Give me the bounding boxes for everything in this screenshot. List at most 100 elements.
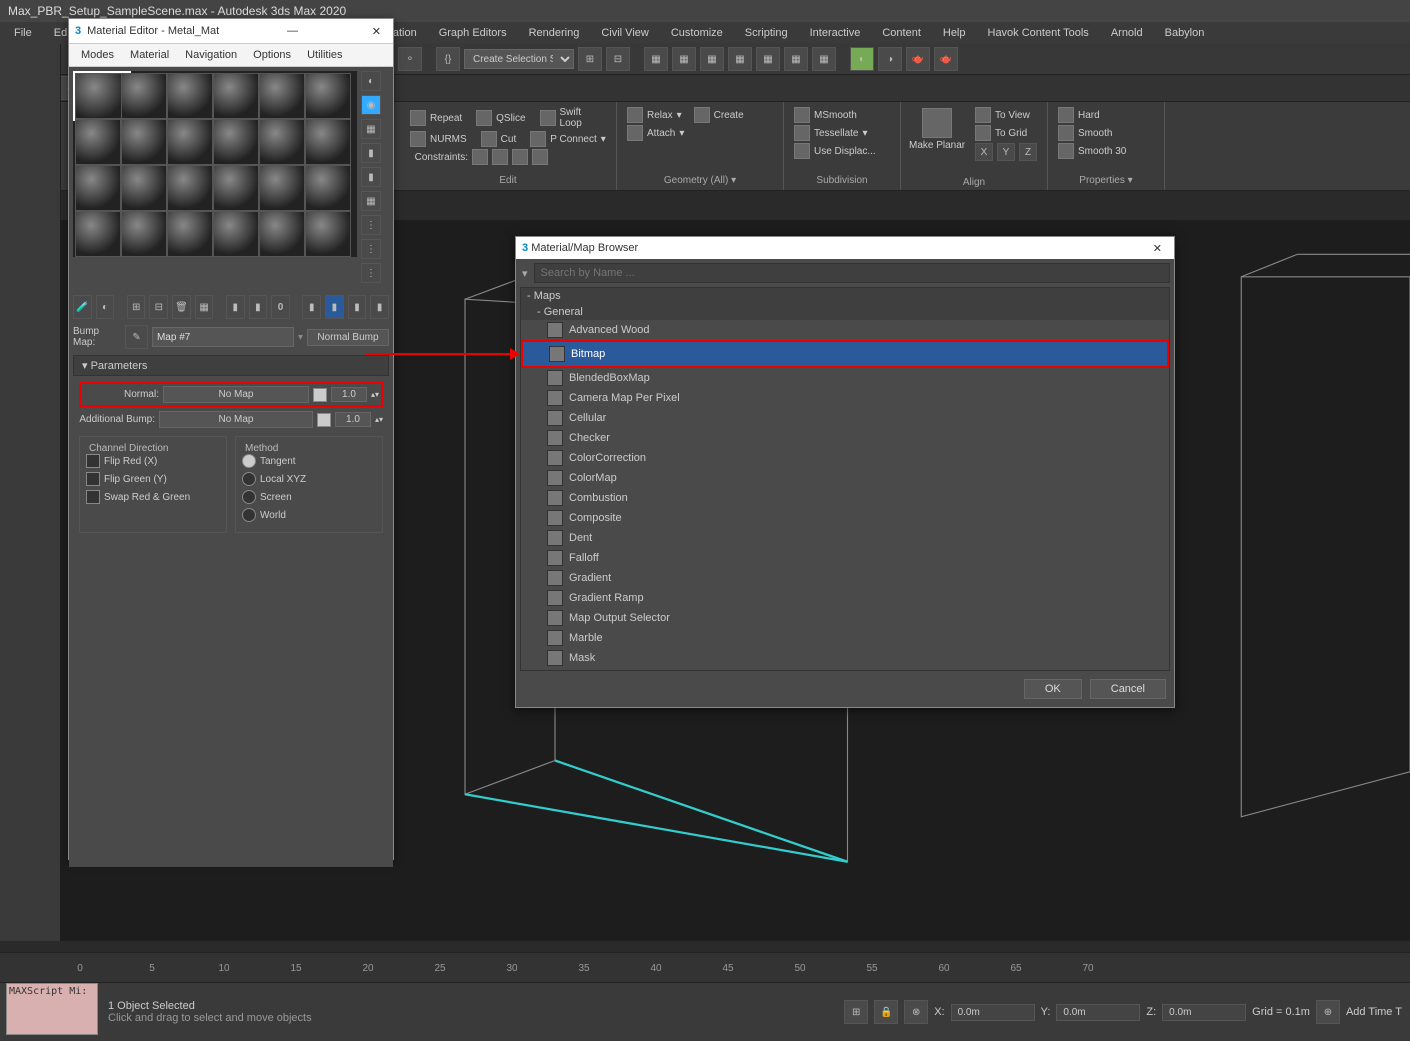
material-slot[interactable]: [259, 211, 305, 257]
menu-customize[interactable]: Customize: [661, 24, 733, 42]
map-item-advanced-wood[interactable]: Advanced Wood: [521, 320, 1169, 340]
normal-checkbox[interactable]: ✓: [313, 388, 327, 402]
matmenu-utilities[interactable]: Utilities: [299, 46, 350, 64]
material-slot[interactable]: [167, 119, 213, 165]
coord-z[interactable]: 0.0m: [1162, 1004, 1246, 1021]
parameters-rollout[interactable]: ▾ Parameters: [73, 355, 389, 376]
search-input[interactable]: [534, 263, 1170, 283]
tool-icon[interactable]: ▮: [302, 295, 321, 319]
mateditor-titlebar[interactable]: 3 Material Editor - Metal_Mat — ✕: [69, 19, 393, 44]
tool-icon[interactable]: ⊞: [844, 1000, 868, 1024]
chevron-down-icon[interactable]: ▾: [516, 267, 534, 280]
map-tree[interactable]: - Maps - General Advanced WoodBitmapBlen…: [520, 287, 1170, 671]
map-item-map-output-selector[interactable]: Map Output Selector: [521, 608, 1169, 628]
material-slot[interactable]: [167, 211, 213, 257]
tool-icon[interactable]: ▦: [644, 47, 668, 71]
map-item-blendedboxmap[interactable]: BlendedBoxMap: [521, 368, 1169, 388]
radio-world[interactable]: [242, 508, 256, 522]
eyedropper-icon[interactable]: ✎: [125, 325, 148, 349]
tool-icon[interactable]: ◐: [361, 71, 381, 91]
material-slot[interactable]: [259, 165, 305, 211]
map-item-dent[interactable]: Dent: [521, 528, 1169, 548]
tool-icon[interactable]: ▦: [195, 295, 214, 319]
material-slot[interactable]: [75, 211, 121, 257]
add-time-tag[interactable]: Add Time T: [1346, 1006, 1402, 1018]
ribbon-smooth[interactable]: Smooth: [1056, 124, 1156, 142]
map-item-combustion[interactable]: Combustion: [521, 488, 1169, 508]
tool-icon[interactable]: ◐: [96, 295, 115, 319]
tool-icon[interactable]: ▮: [249, 295, 268, 319]
lock-icon[interactable]: 🔒: [874, 1000, 898, 1024]
material-slot[interactable]: [167, 165, 213, 211]
matmenu-options[interactable]: Options: [245, 46, 299, 64]
material-slot[interactable]: [167, 73, 213, 119]
tree-group-maps[interactable]: - Maps: [521, 288, 1169, 304]
swap-checkbox[interactable]: [86, 490, 100, 504]
flipy-checkbox[interactable]: [86, 472, 100, 486]
ribbon-attach[interactable]: Attach ▾: [625, 124, 775, 142]
tool-icon[interactable]: ▮: [361, 167, 381, 187]
menu-interactive[interactable]: Interactive: [800, 24, 871, 42]
close-icon[interactable]: ✕: [366, 25, 387, 38]
menu-content[interactable]: Content: [872, 24, 931, 42]
tool-icon[interactable]: ◐: [850, 47, 874, 71]
tool-icon[interactable]: ⊗: [904, 1000, 928, 1024]
tool-icon[interactable]: ⋮: [361, 215, 381, 235]
map-item-marble[interactable]: Marble: [521, 628, 1169, 648]
material-slot[interactable]: [305, 119, 351, 165]
map-item-bitmap[interactable]: Bitmap: [521, 340, 1169, 368]
addbump-map-button[interactable]: No Map: [159, 411, 313, 428]
menu-rendering[interactable]: Rendering: [519, 24, 590, 42]
tool-icon[interactable]: ▦: [756, 47, 780, 71]
ribbon-constraints[interactable]: Constraints:: [408, 148, 608, 166]
ribbon-axes[interactable]: X Y Z: [973, 142, 1039, 162]
map-item-camera-map-per-pixel[interactable]: Camera Map Per Pixel: [521, 388, 1169, 408]
material-slot[interactable]: [121, 73, 167, 119]
menu-arnold[interactable]: Arnold: [1101, 24, 1153, 42]
flipx-checkbox[interactable]: [86, 454, 100, 468]
tool-icon[interactable]: 🗑: [172, 295, 191, 319]
tree-group-general[interactable]: - General: [521, 304, 1169, 320]
map-item-gradient-ramp[interactable]: Gradient Ramp: [521, 588, 1169, 608]
material-slot[interactable]: [213, 119, 259, 165]
material-slot[interactable]: [305, 73, 351, 119]
radio-localxyz[interactable]: [242, 472, 256, 486]
ribbon-hard[interactable]: Hard: [1056, 106, 1156, 124]
map-item-colormap[interactable]: ColorMap: [521, 468, 1169, 488]
map-type-button[interactable]: Normal Bump: [307, 329, 389, 346]
tool-icon[interactable]: ⋮: [361, 263, 381, 283]
tool-icon[interactable]: ▮: [325, 295, 344, 319]
ribbon-msmooth[interactable]: MSmooth: [792, 106, 892, 124]
material-slot[interactable]: [75, 165, 121, 211]
tool-icon[interactable]: ◑: [878, 47, 902, 71]
mapbrowser-titlebar[interactable]: 3 Material/Map Browser ✕: [516, 237, 1174, 259]
map-item-cellular[interactable]: Cellular: [521, 408, 1169, 428]
material-slot[interactable]: [259, 119, 305, 165]
tool-icon[interactable]: ⚬: [398, 47, 422, 71]
matmenu-navigation[interactable]: Navigation: [177, 46, 245, 64]
radio-tangent[interactable]: [242, 454, 256, 468]
menu-graph-editors[interactable]: Graph Editors: [429, 24, 517, 42]
menu-help[interactable]: Help: [933, 24, 976, 42]
ok-button[interactable]: OK: [1024, 679, 1082, 699]
map-item-mask[interactable]: Mask: [521, 648, 1169, 668]
map-item-falloff[interactable]: Falloff: [521, 548, 1169, 568]
matmenu-material[interactable]: Material: [122, 46, 177, 64]
menu-babylon[interactable]: Babylon: [1155, 24, 1215, 42]
tool-icon[interactable]: 🧪: [73, 295, 92, 319]
matmenu-modes[interactable]: Modes: [73, 46, 122, 64]
tool-icon[interactable]: ⋮: [361, 239, 381, 259]
material-slot[interactable]: [213, 165, 259, 211]
tool-icon[interactable]: ▮: [361, 143, 381, 163]
tool-icon[interactable]: ⊞: [578, 47, 602, 71]
selection-set-dropdown[interactable]: Create Selection Se: [464, 49, 574, 69]
timeline[interactable]: 0510152025303540455055606570: [0, 952, 1410, 983]
ribbon-repeat[interactable]: Repeat QSlice Swift Loop: [408, 106, 608, 130]
coord-y[interactable]: 0.0m: [1056, 1004, 1140, 1021]
menu-file[interactable]: File: [4, 24, 42, 42]
teapot-icon[interactable]: 🫖: [906, 47, 930, 71]
coord-x[interactable]: 0.0m: [951, 1004, 1035, 1021]
ribbon-nurms[interactable]: NURMS Cut P Connect ▾: [408, 130, 608, 148]
material-slot[interactable]: [213, 211, 259, 257]
normal-spinner[interactable]: 1.0: [331, 387, 367, 402]
